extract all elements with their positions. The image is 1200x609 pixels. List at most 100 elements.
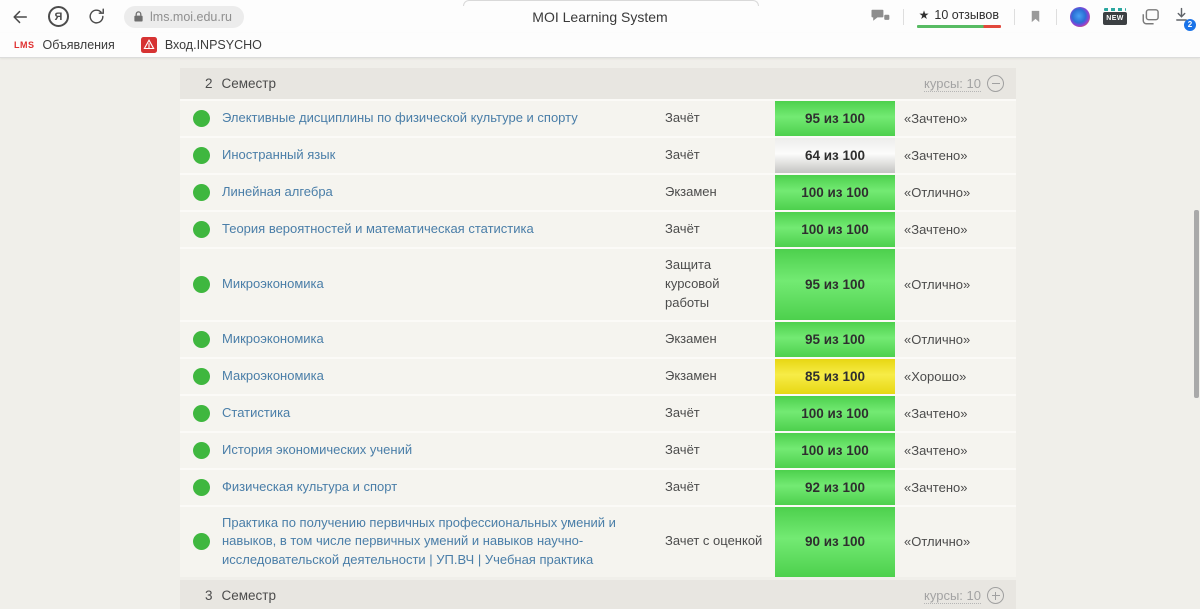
- refresh-button[interactable]: [87, 7, 106, 26]
- assessment-type: Защита курсовой работы: [665, 249, 775, 320]
- site-reviews-button[interactable]: ★ 10 отзывов: [917, 4, 1001, 29]
- status-dot-icon: [193, 110, 210, 127]
- course-link[interactable]: Физическая культура и спорт: [222, 479, 397, 494]
- new-badge: NEW: [1103, 12, 1127, 25]
- status-cell: [180, 533, 222, 550]
- status-cell: [180, 442, 222, 459]
- grade-text: «Хорошо»: [895, 369, 1016, 384]
- courses-count-link[interactable]: курсы: 10: [924, 76, 981, 92]
- lock-icon: [133, 10, 144, 23]
- assessment-type: Экзамен: [665, 323, 775, 356]
- grade-text: «Отлично»: [895, 185, 1016, 200]
- downloads-button[interactable]: 2: [1173, 6, 1190, 28]
- course-row: Статистика Зачёт 100 из 100 «Зачтено»: [180, 394, 1016, 431]
- url-text: lms.moi.edu.ru: [150, 10, 232, 24]
- assessment-type: Зачёт: [665, 102, 775, 135]
- course-row: Иностранный язык Зачёт 64 из 100 «Зачтен…: [180, 136, 1016, 173]
- course-link[interactable]: Статистика: [222, 405, 290, 420]
- course-row: Теория вероятностей и математическая ста…: [180, 210, 1016, 247]
- bookmark-icon[interactable]: [1028, 8, 1043, 25]
- messages-icon[interactable]: [870, 8, 890, 25]
- course-link[interactable]: Линейная алгебра: [222, 184, 333, 199]
- separator: [1056, 9, 1057, 25]
- lms-favicon: LMS: [14, 40, 35, 50]
- semester-number: 2: [205, 76, 213, 91]
- course-link[interactable]: Иностранный язык: [222, 147, 335, 162]
- yandex-button[interactable]: Я: [48, 6, 69, 27]
- yandex-logo-icon: Я: [48, 6, 69, 27]
- grade-text: «Зачтено»: [895, 480, 1016, 495]
- course-row: История экономических учений Зачёт 100 и…: [180, 431, 1016, 468]
- assessment-type: Зачёт: [665, 434, 775, 467]
- status-dot-icon: [193, 479, 210, 496]
- assessment-type: Зачёт: [665, 139, 775, 172]
- status-dot-icon: [193, 147, 210, 164]
- reviews-count-label: 10 отзывов: [934, 8, 999, 22]
- collections-icon[interactable]: [1140, 8, 1160, 26]
- separator: [903, 9, 904, 25]
- semester-2-header: 2 Семестр курсы: 10: [180, 68, 1016, 99]
- address-bar[interactable]: lms.moi.edu.ru: [124, 6, 244, 28]
- score-badge: 95 из 100: [775, 249, 895, 320]
- course-row: Микроэкономика Защита курсовой работы 95…: [180, 247, 1016, 320]
- course-link[interactable]: Теория вероятностей и математическая ста…: [222, 221, 534, 236]
- courses-count-link[interactable]: курсы: 10: [924, 588, 981, 604]
- score-badge: 100 из 100: [775, 433, 895, 468]
- bookmark-item-announcements[interactable]: LMS Объявления: [14, 38, 115, 52]
- course-row: Физическая культура и спорт Зачёт 92 из …: [180, 468, 1016, 505]
- back-arrow-icon: [10, 7, 30, 27]
- assessment-type: Зачёт: [665, 213, 775, 246]
- downloads-count-badge: 2: [1184, 19, 1196, 31]
- status-cell: [180, 110, 222, 127]
- separator: [1014, 9, 1015, 25]
- grade-text: «Отлично»: [895, 332, 1016, 347]
- status-dot-icon: [193, 331, 210, 348]
- score-badge: 100 из 100: [775, 175, 895, 210]
- new-extension-icon[interactable]: NEW: [1103, 8, 1127, 25]
- status-cell: [180, 221, 222, 238]
- extension-browser-icon[interactable]: [1070, 7, 1090, 27]
- expand-semester-icon[interactable]: [987, 587, 1004, 604]
- status-dot-icon: [193, 533, 210, 550]
- refresh-icon: [87, 7, 106, 26]
- status-cell: [180, 184, 222, 201]
- course-link[interactable]: Микроэкономика: [222, 331, 324, 346]
- course-link[interactable]: История экономических учений: [222, 442, 412, 457]
- score-badge: 64 из 100: [775, 138, 895, 173]
- browser-tab[interactable]: [463, 0, 759, 6]
- marquee-dashes: [1104, 8, 1126, 11]
- collapse-semester-icon[interactable]: [987, 75, 1004, 92]
- score-badge: 85 из 100: [775, 359, 895, 394]
- status-cell: [180, 405, 222, 422]
- course-list: Элективные дисциплины по физической куль…: [180, 99, 1016, 577]
- course-link[interactable]: Микроэкономика: [222, 276, 324, 291]
- course-link[interactable]: Практика по получению первичных професси…: [222, 515, 616, 568]
- grade-text: «Зачтено»: [895, 443, 1016, 458]
- status-dot-icon: [193, 405, 210, 422]
- back-button[interactable]: [10, 7, 30, 27]
- browser-toolbar: Я lms.moi.edu.ru MOI Learning System ★ 1…: [0, 0, 1200, 33]
- toolbar-right: ★ 10 отзывов NEW 2: [870, 0, 1190, 33]
- course-row: Микроэкономика Экзамен 95 из 100 «Отличн…: [180, 320, 1016, 357]
- scrollbar-thumb[interactable]: [1194, 210, 1199, 398]
- assessment-type: Зачёт: [665, 397, 775, 430]
- status-cell: [180, 479, 222, 496]
- assessment-type: Экзамен: [665, 360, 775, 393]
- grades-table: 2 Семестр курсы: 10 Элективные дисциплин…: [180, 68, 1016, 609]
- status-dot-icon: [193, 221, 210, 238]
- semester-title: Семестр: [222, 76, 277, 91]
- status-cell: [180, 276, 222, 293]
- grade-text: «Зачтено»: [895, 222, 1016, 237]
- inpsycho-favicon: [141, 37, 157, 53]
- bookmarks-bar: LMS Объявления Вход.INPSYCHO: [0, 33, 1200, 58]
- course-link[interactable]: Элективные дисциплины по физической куль…: [222, 110, 578, 125]
- score-badge: 100 из 100: [775, 396, 895, 431]
- score-badge: 100 из 100: [775, 212, 895, 247]
- grade-text: «Зачтено»: [895, 406, 1016, 421]
- bookmark-item-inpsycho[interactable]: Вход.INPSYCHO: [141, 37, 262, 53]
- semester-3-header: 3 Семестр курсы: 10: [180, 580, 1016, 609]
- bookmark-label: Вход.INPSYCHO: [165, 38, 262, 52]
- course-row: Линейная алгебра Экзамен 100 из 100 «Отл…: [180, 173, 1016, 210]
- course-link[interactable]: Макроэкономика: [222, 368, 324, 383]
- semester-title: Семестр: [222, 588, 277, 603]
